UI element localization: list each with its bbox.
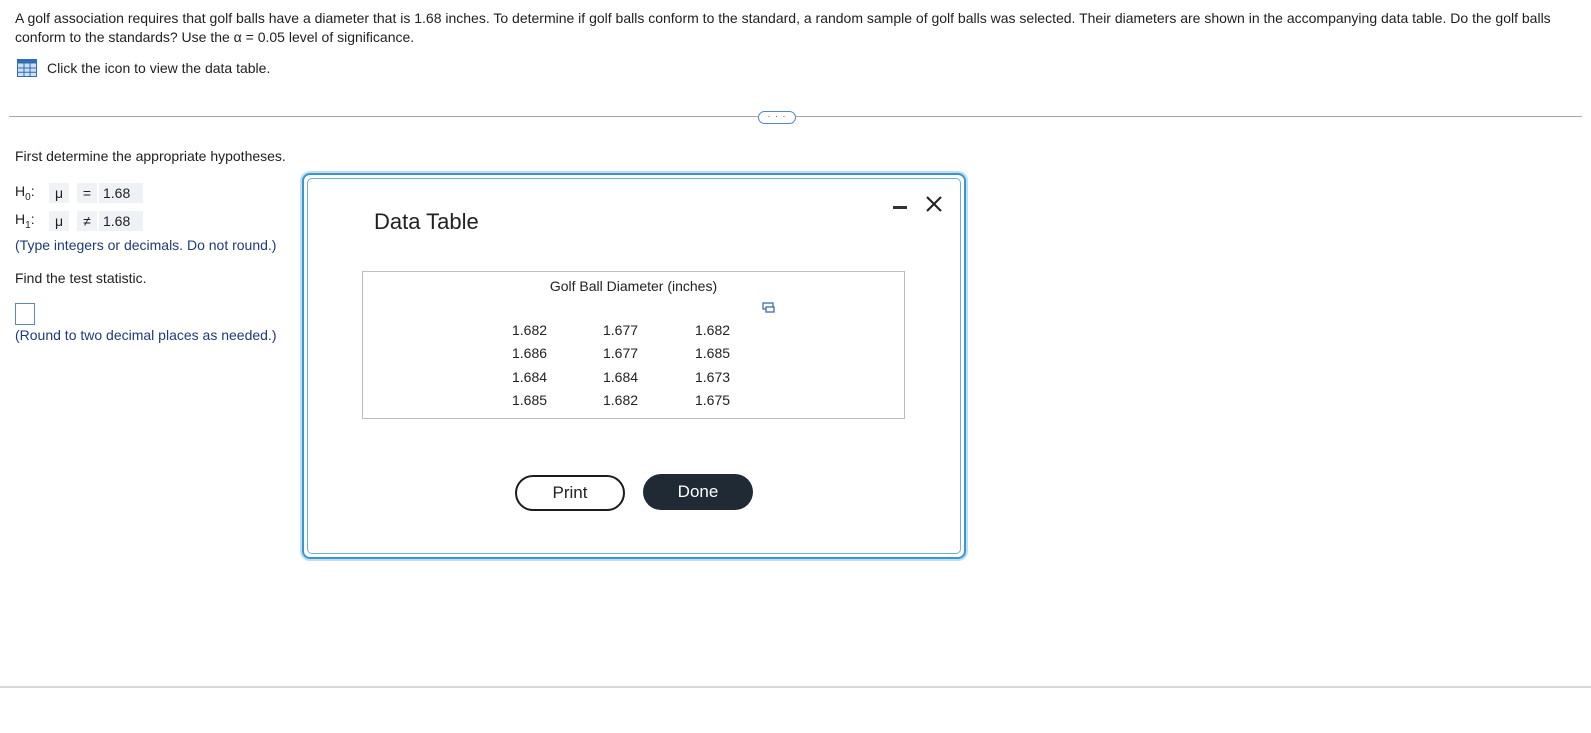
h0-parameter-select[interactable]: μ (49, 183, 69, 203)
h0-label: H0: (15, 183, 35, 203)
view-data-table-link[interactable]: Click the icon to view the data table. (17, 59, 270, 77)
table-cell: 1.682 (695, 322, 731, 338)
table-caption: Golf Ball Diameter (inches) (549, 278, 718, 294)
expand-more-button[interactable]: · · · (758, 111, 796, 124)
hypotheses-prompt: First determine the appropriate hypothes… (15, 148, 286, 164)
null-hypothesis-row: H0: μ = 1.68 (15, 182, 143, 204)
copy-icon[interactable] (762, 302, 776, 314)
table-link-label[interactable]: Click the icon to view the data table. (47, 60, 270, 76)
table-cell: 1.684 (512, 369, 548, 385)
done-button[interactable]: Done (643, 474, 753, 510)
h1-value-input[interactable]: 1.68 (99, 211, 143, 231)
hypotheses-note: (Type integers or decimals. Do not round… (15, 237, 277, 253)
test-statistic-input[interactable] (15, 303, 35, 325)
close-icon[interactable] (924, 194, 944, 214)
table-cell: 1.685 (512, 392, 548, 408)
table-cell: 1.686 (512, 345, 548, 361)
table-cell: 1.684 (603, 369, 639, 385)
table-grid-icon[interactable] (17, 59, 37, 77)
table-cell: 1.682 (603, 392, 639, 408)
h1-parameter-select[interactable]: μ (49, 211, 69, 231)
table-cell: 1.675 (695, 392, 731, 408)
table-cell: 1.673 (695, 369, 731, 385)
data-table: Golf Ball Diameter (inches) 1.682 1.677 … (362, 271, 905, 419)
statistic-prompt: Find the test statistic. (15, 270, 147, 286)
table-cell: 1.677 (603, 345, 639, 361)
round-note: (Round to two decimal places as needed.) (15, 327, 277, 343)
question-text: A golf association requires that golf ba… (15, 10, 1551, 45)
h0-operator-select[interactable]: = (77, 183, 97, 203)
h1-label: H1: (15, 211, 35, 231)
alt-hypothesis-row: H1: μ ≠ 1.68 (15, 210, 143, 232)
print-button[interactable]: Print (515, 475, 625, 511)
h0-value-input[interactable]: 1.68 (99, 183, 143, 203)
data-table-dialog: Data Table Golf Ball Diameter (inches) 1… (302, 173, 966, 559)
h1-operator-select[interactable]: ≠ (77, 211, 97, 231)
minimize-icon[interactable] (893, 206, 907, 209)
table-cell: 1.677 (603, 322, 639, 338)
bottom-divider (0, 686, 1591, 688)
table-cell: 1.685 (695, 345, 731, 361)
table-cell: 1.682 (512, 322, 548, 338)
dialog-title: Data Table (374, 209, 479, 234)
